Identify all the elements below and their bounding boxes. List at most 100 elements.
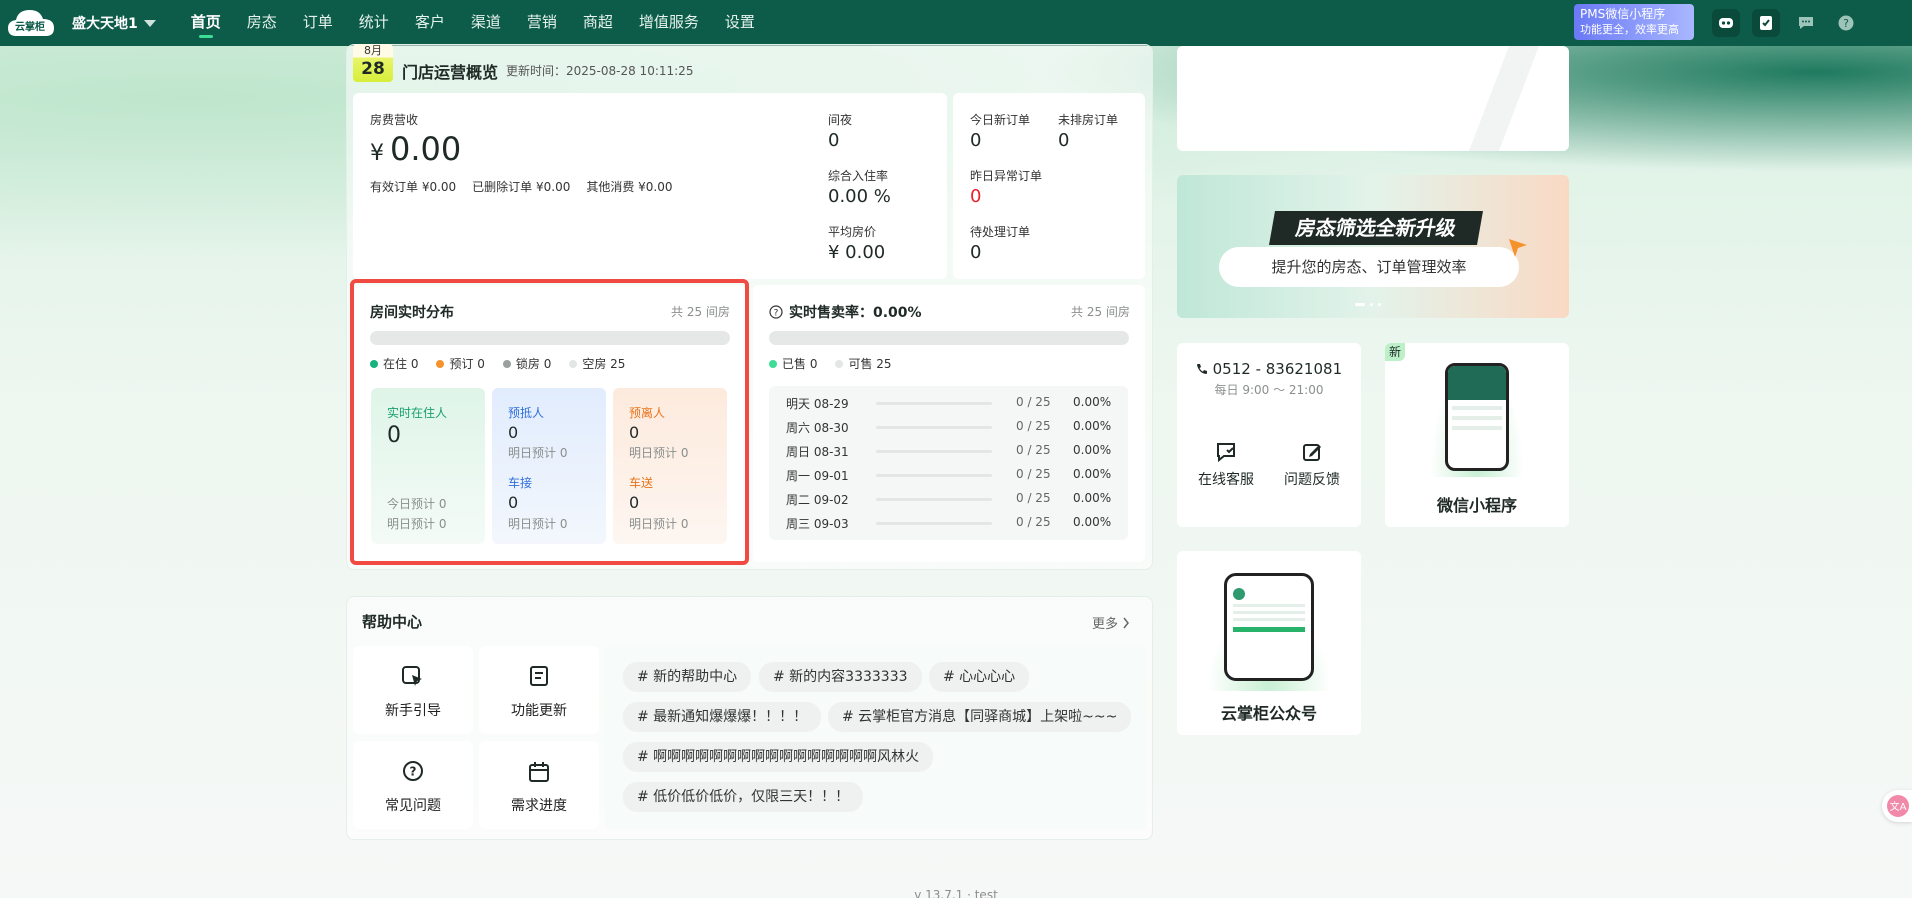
- message-icon[interactable]: [1792, 9, 1820, 37]
- chat-bubble-icon: [1217, 443, 1235, 463]
- banner-subtitle: 提升您的房态、订单管理效率: [1219, 247, 1519, 287]
- unassigned-orders-value[interactable]: 0: [1058, 130, 1069, 151]
- app-logo[interactable]: 云掌柜: [6, 6, 56, 40]
- menu-item-channels[interactable]: 渠道: [458, 0, 514, 46]
- phone-mockup-icon: [1445, 363, 1509, 471]
- pickup-label: 车接: [508, 476, 533, 490]
- translate-widget[interactable]: 文A: [1882, 790, 1912, 822]
- carousel-dot[interactable]: [1370, 303, 1373, 306]
- help-tag[interactable]: # 新的帮助中心: [623, 662, 752, 692]
- checklist-icon[interactable]: [1752, 9, 1780, 37]
- help-more-link[interactable]: 更多: [1092, 613, 1130, 632]
- menu-item-value-added[interactable]: 增值服务: [626, 0, 712, 46]
- help-tag[interactable]: # 心心心心: [929, 662, 1030, 692]
- arrow-pointer-icon: [1509, 239, 1527, 257]
- forecast-count: 0 / 25: [1016, 443, 1051, 457]
- pending-orders-value[interactable]: 0: [970, 242, 981, 263]
- official-account-card[interactable]: 云掌柜公众号: [1177, 551, 1361, 735]
- translate-icon: 文A: [1887, 795, 1909, 817]
- today-new-orders-value[interactable]: 0: [970, 130, 981, 151]
- unassigned-orders-label: 未排房订单: [1058, 113, 1119, 127]
- help-tag[interactable]: # 云掌柜官方消息【同驿商城】上架啦~~~: [828, 702, 1132, 732]
- in-house-label: 实时在住人: [387, 406, 448, 420]
- legend-dot: [436, 360, 445, 368]
- cursor-click-icon: [402, 666, 422, 686]
- menu-item-customers[interactable]: 客户: [402, 0, 458, 46]
- revenue-value: 0.00: [390, 130, 462, 168]
- forecast-bar: [876, 402, 992, 405]
- new-badge: 新: [1385, 343, 1405, 361]
- help-icon[interactable]: ?: [1832, 9, 1860, 37]
- menu-item-orders[interactable]: 订单: [290, 0, 346, 46]
- help-tile-beginner-guide[interactable]: 新手引导: [353, 646, 473, 734]
- in-house-tomorrow: 明日预计 0: [387, 517, 447, 531]
- distribution-legend: 在住 0 预订 0 锁房 0 空房 25: [370, 355, 625, 372]
- sales-title-row: ? 实时售卖率：0.00%: [769, 302, 922, 322]
- menu-item-home[interactable]: 首页: [178, 0, 234, 46]
- menu-item-settings[interactable]: 设置: [712, 0, 768, 46]
- help-tag[interactable]: # 低价低价低价，仅限三天！！！: [623, 782, 864, 812]
- forecast-day: 明天 08-29: [786, 397, 849, 411]
- scroll-icon: [530, 666, 548, 686]
- legend-label: 预订 0: [449, 357, 485, 371]
- question-bubble-icon: ?: [403, 761, 423, 781]
- help-tile-faq[interactable]: ? 常见问题: [353, 741, 473, 829]
- mini-program-promo-banner[interactable]: PMS微信小程序 功能更全，效率更高: [1574, 4, 1694, 40]
- forecast-bar: [876, 522, 992, 525]
- service-hours: 每日 9:00 ～ 21:00: [1214, 383, 1324, 397]
- online-service-label: 在线客服: [1198, 472, 1254, 488]
- legend-dot: [569, 360, 578, 368]
- revenue-breakdown: 有效订单 ¥0.00 已删除订单 ¥0.00 其他消费 ¥0.00: [370, 178, 673, 195]
- menu-item-room-status[interactable]: 房态: [234, 0, 290, 46]
- feedback-button[interactable]: 问题反馈: [1281, 441, 1343, 489]
- date-month: 8月: [364, 44, 382, 57]
- dropoff-value: 0: [629, 493, 640, 512]
- help-tag[interactable]: # 新的内容3333333: [759, 662, 922, 692]
- carousel-dot-active[interactable]: [1355, 303, 1365, 306]
- arriving-value: 0: [508, 423, 519, 442]
- phone-screen-line: [1233, 618, 1305, 621]
- legend-label: 可售 25: [848, 357, 892, 371]
- chevron-down-icon: [143, 19, 156, 27]
- help-tag[interactable]: # 最新通知爆爆爆！！！！: [623, 702, 822, 732]
- carousel-dot[interactable]: [1378, 303, 1381, 306]
- decorative-shape-icon: [1469, 46, 1539, 151]
- help-tag[interactable]: # 啊啊啊啊啊啊啊啊啊啊啊啊啊啊啊啊风林火: [623, 742, 934, 772]
- store-selector[interactable]: 盛大天地1: [72, 13, 156, 33]
- phone-screen-button: [1233, 627, 1305, 632]
- svg-text:文A: 文A: [1890, 800, 1907, 813]
- distribution-total: 共 25 间房: [671, 305, 730, 319]
- help-tile-request-progress[interactable]: 需求进度: [479, 741, 599, 829]
- menu-item-marketing[interactable]: 营销: [514, 0, 570, 46]
- menu-item-statistics[interactable]: 统计: [346, 0, 402, 46]
- legend-dot: [502, 360, 511, 368]
- help-tile-feature-updates[interactable]: 功能更新: [479, 646, 599, 734]
- mini-program-card[interactable]: 新 微信小程序: [1385, 343, 1569, 527]
- question-circle-icon[interactable]: ?: [769, 305, 783, 319]
- dropoff-label: 车送: [629, 476, 654, 490]
- top-right-blank-card: [1177, 46, 1569, 151]
- pickup-value: 0: [508, 493, 519, 512]
- occupancy-label: 综合入住率: [828, 169, 889, 183]
- sales-legend: 已售 0 可售 25: [769, 355, 892, 372]
- abnormal-orders-value[interactable]: 0: [970, 186, 981, 207]
- phone-row: 0512 - 83621081: [1177, 360, 1361, 378]
- feature-banner[interactable]: 房态筛选全新升级 提升您的房态、订单管理效率: [1177, 175, 1569, 318]
- abnormal-orders-label: 昨日异常订单: [970, 169, 1043, 183]
- departing-tomorrow: 明日预计 0: [629, 446, 689, 460]
- promo-line-2: 功能更全，效率更高: [1580, 23, 1679, 36]
- robot-assistant-icon[interactable]: [1712, 9, 1740, 37]
- updated-time: 更新时间：2025-08-28 10:11:25: [506, 64, 694, 78]
- in-house-value: 0: [387, 423, 401, 448]
- tile-label: 功能更新: [511, 703, 567, 719]
- forecast-day: 周一 09-01: [786, 469, 849, 483]
- sales-title: 实时售卖率：0.00%: [789, 305, 922, 321]
- online-service-button[interactable]: 在线客服: [1195, 441, 1257, 489]
- edit-icon: [1303, 444, 1321, 461]
- menu-item-shop[interactable]: 商超: [570, 0, 626, 46]
- legend-booked: 预订 0: [436, 355, 485, 372]
- legend-dot: [370, 360, 378, 368]
- departing-label: 预离人: [629, 406, 666, 420]
- tile-label: 常见问题: [385, 798, 441, 814]
- tile-label: 新手引导: [385, 703, 441, 719]
